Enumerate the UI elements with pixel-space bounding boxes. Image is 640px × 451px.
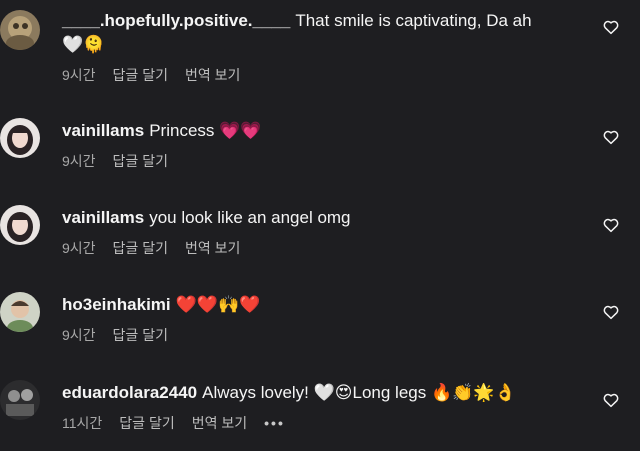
reply-button[interactable]: 답글 달기 [113,239,168,257]
heart-outline-icon[interactable] [602,216,620,234]
more-options-button[interactable]: ••• [264,414,285,432]
comment-text: That smile is captivating, Da ah [295,11,532,30]
reply-button[interactable]: 답글 달기 [119,414,174,432]
heart-outline-icon[interactable] [602,303,620,321]
avatar[interactable] [0,205,40,245]
comment-time: 9시간 [62,67,96,83]
avatar[interactable] [0,118,40,158]
comment-time: 9시간 [62,240,96,256]
comment-username[interactable]: ____.hopefully.positive.____ [62,11,290,30]
comment-text: you look like an angel omg [149,208,351,227]
comment-text: Always lovely! 🤍😍Long legs 🔥👏🌟👌 [202,383,516,402]
reply-button[interactable]: 답글 달기 [113,66,168,84]
translate-button[interactable]: 번역 보기 [192,414,247,432]
heart-outline-icon[interactable] [602,391,620,409]
comment-username[interactable]: vainillams [62,121,144,140]
avatar[interactable] [0,380,40,420]
comment-time: 9시간 [62,327,96,343]
comment-text: Princess 💗💗 [149,121,262,140]
reply-button[interactable]: 답글 달기 [113,152,168,170]
comment-time: 11시간 [62,415,103,431]
translate-button[interactable]: 번역 보기 [185,66,240,84]
comment-time: 9시간 [62,153,96,169]
comment-emoji-line: 🤍🫠 [62,35,105,54]
comment-username[interactable]: vainillams [62,208,144,227]
comment-username[interactable]: eduardolara2440 [62,383,197,402]
comment-text: ❤️❤️🙌❤️ [175,295,261,314]
comments-list: ____.hopefully.positive.____ That smile i… [0,0,640,451]
heart-outline-icon[interactable] [602,18,620,36]
avatar[interactable] [0,292,40,332]
comment-username[interactable]: ho3einhakimi [62,295,171,314]
translate-button[interactable]: 번역 보기 [185,239,240,257]
heart-outline-icon[interactable] [602,128,620,146]
reply-button[interactable]: 답글 달기 [113,326,168,344]
avatar[interactable] [0,10,40,50]
